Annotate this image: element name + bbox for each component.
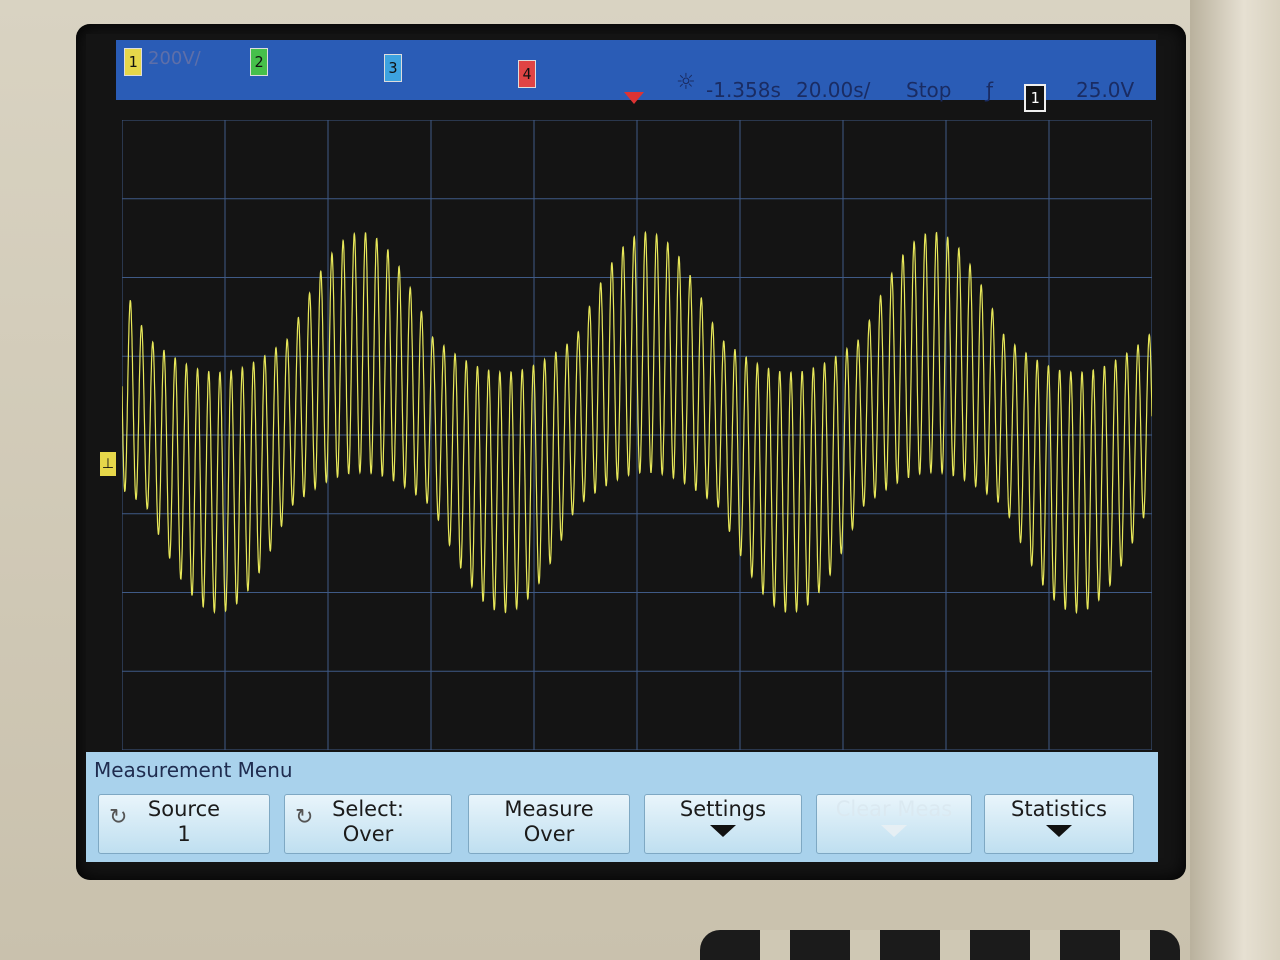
softkey-label: Clear Meas — [835, 797, 953, 821]
submenu-arrow-icon — [710, 825, 736, 837]
channel-4-badge[interactable]: 4 — [518, 60, 536, 88]
status-bar: 1 200V/ 2 3 4 ☼ -1.358s 20.00s/ Stop ƒ 1… — [116, 40, 1156, 112]
trigger-position-marker — [624, 92, 644, 104]
softkey-label: Measure — [504, 797, 594, 821]
oscilloscope-display: 1 200V/ 2 3 4 ☼ -1.358s 20.00s/ Stop ƒ 1… — [86, 34, 1158, 862]
channel-1-ground-marker[interactable]: ⊥ — [100, 452, 116, 476]
channel-3-badge[interactable]: 3 — [384, 54, 402, 82]
clear-meas-softkey[interactable]: Clear Meas — [816, 794, 972, 854]
submenu-arrow-icon — [881, 825, 907, 837]
time-scale: 20.00s/ — [796, 78, 871, 102]
waveform-graticule — [122, 120, 1152, 750]
front-panel-knobs[interactable] — [700, 930, 1180, 960]
softkey-value: Over — [523, 822, 575, 846]
menu-title: Measurement Menu — [94, 758, 293, 782]
trigger-source-badge: 1 — [1024, 84, 1046, 112]
time-offset: -1.358s — [706, 78, 781, 102]
channel-1-badge[interactable]: 1 — [124, 48, 142, 76]
submenu-arrow-icon — [1046, 825, 1072, 837]
run-state: Stop — [906, 78, 952, 102]
measurement-menu: Measurement Menu ↻ Source 1 ↻ Select: Ov… — [86, 752, 1158, 862]
measure-softkey[interactable]: Measure Over — [468, 794, 630, 854]
trigger-edge-icon: ƒ — [986, 78, 994, 102]
channel-2-badge[interactable]: 2 — [250, 48, 268, 76]
settings-softkey[interactable]: Settings — [644, 794, 802, 854]
source-softkey[interactable]: ↻ Source 1 — [98, 794, 270, 854]
statistics-softkey[interactable]: Statistics — [984, 794, 1134, 854]
select-softkey[interactable]: ↻ Select: Over — [284, 794, 452, 854]
softkey-label: Settings — [679, 797, 767, 821]
rotate-knob-icon: ↻ — [295, 805, 314, 830]
softkey-label: Statistics — [1011, 797, 1107, 821]
sun-icon: ☼ — [676, 70, 696, 95]
graticule-grid — [122, 120, 1152, 750]
bezel-right-panel — [1190, 0, 1280, 960]
channel-1-scale: 200V/ — [148, 48, 201, 69]
trigger-level: 25.0V — [1076, 78, 1135, 102]
rotate-knob-icon: ↻ — [109, 805, 128, 830]
